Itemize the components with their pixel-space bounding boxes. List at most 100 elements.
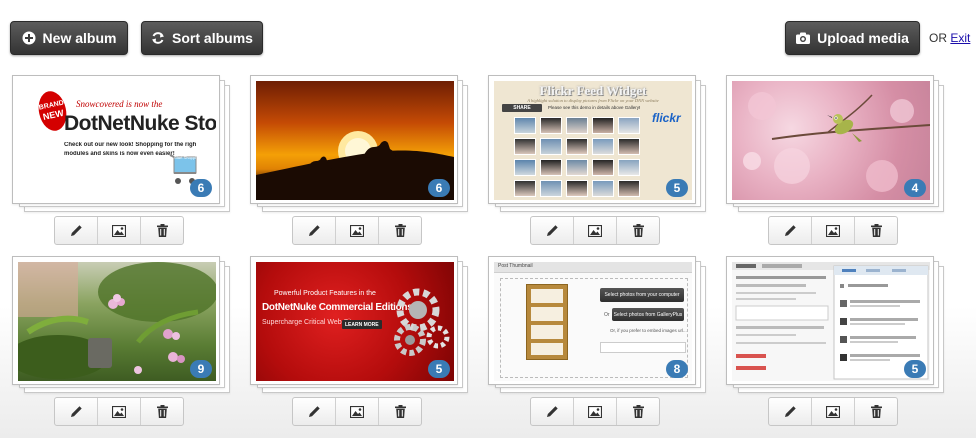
album-cover[interactable]: Flickr Feed Widget A highlight solution … <box>488 75 696 204</box>
delete-album-button[interactable] <box>617 217 659 244</box>
pencil-icon <box>70 225 82 236</box>
new-album-label: New album <box>42 30 117 46</box>
delete-album-button[interactable] <box>855 217 897 244</box>
post-preview <box>526 284 568 360</box>
exit-link[interactable]: Exit <box>950 31 970 45</box>
new-album-button[interactable]: New album <box>10 21 128 55</box>
image-icon <box>112 224 126 237</box>
edit-album-button[interactable] <box>531 398 574 425</box>
album-thumbnail: Flickr Feed Widget A highlight solution … <box>494 81 692 200</box>
delete-album-button[interactable] <box>855 398 897 425</box>
manage-media-button[interactable] <box>574 217 617 244</box>
select-from-galleryplus-button: Select photos from GalleryPlus <box>612 308 684 321</box>
or-label: OR <box>929 31 947 45</box>
manage-media-button[interactable] <box>336 398 379 425</box>
pencil-icon <box>546 406 558 417</box>
learn-more-button: LEARN MORE <box>342 320 382 329</box>
pencil-icon <box>784 225 796 236</box>
photo-grid <box>514 117 640 197</box>
pencil-icon <box>546 225 558 236</box>
album-cover[interactable]: BRAND NEW Snowcovered is now the DotNetN… <box>12 75 220 204</box>
photo-count-badge: 5 <box>904 360 926 378</box>
manage-media-button[interactable] <box>574 398 617 425</box>
album-actions <box>768 397 898 426</box>
image-icon <box>350 224 364 237</box>
delete-album-button[interactable] <box>141 398 183 425</box>
plus-circle-icon <box>22 31 36 45</box>
album-actions <box>530 216 660 245</box>
edit-album-button[interactable] <box>293 217 336 244</box>
edit-album-button[interactable] <box>769 398 812 425</box>
delete-album-button[interactable] <box>617 398 659 425</box>
trash-icon <box>632 405 644 418</box>
manage-media-button[interactable] <box>812 398 855 425</box>
trash-icon <box>870 224 882 237</box>
trash-icon <box>394 405 406 418</box>
album-card: 9 <box>12 256 242 436</box>
edit-album-button[interactable] <box>769 217 812 244</box>
album-card: 5 <box>726 256 956 436</box>
album-thumbnail: Powerful Product Features in the DotNetN… <box>256 262 454 381</box>
delete-album-button[interactable] <box>379 398 421 425</box>
album-card: Flickr Feed Widget A highlight solution … <box>488 75 718 255</box>
album-thumbnail: Post Thumbnail Select photos from your c… <box>494 262 692 381</box>
sort-albums-button[interactable]: Sort albums <box>141 21 263 55</box>
image-icon <box>826 224 840 237</box>
album-thumbnail <box>18 262 216 381</box>
edit-album-button[interactable] <box>293 398 336 425</box>
album-cover[interactable]: 5 <box>726 256 934 385</box>
manage-media-button[interactable] <box>98 217 141 244</box>
album-cover[interactable]: 4 <box>726 75 934 204</box>
album-cover[interactable]: Post Thumbnail Select photos from your c… <box>488 256 696 385</box>
album-card: Powerful Product Features in the DotNetN… <box>250 256 480 436</box>
album-card: 6 <box>250 75 480 255</box>
album-actions <box>768 216 898 245</box>
album-actions <box>530 397 660 426</box>
share-bar: SHARE <box>502 104 542 112</box>
album-card: 4 <box>726 75 956 255</box>
album-cover[interactable]: 9 <box>12 256 220 385</box>
edit-album-button[interactable] <box>55 398 98 425</box>
or-exit-text: OR Exit <box>929 31 970 45</box>
album-actions <box>292 216 422 245</box>
photo-count-badge: 4 <box>904 179 926 197</box>
album-thumbnail <box>732 262 930 381</box>
refresh-icon <box>152 32 165 44</box>
album-thumbnail: BRAND NEW Snowcovered is now the DotNetN… <box>18 81 216 200</box>
album-card: Post Thumbnail Select photos from your c… <box>488 256 718 436</box>
trash-icon <box>394 224 406 237</box>
image-icon <box>588 405 602 418</box>
photo-count-badge: 6 <box>428 179 450 197</box>
camera-icon <box>796 32 811 44</box>
album-actions <box>54 397 184 426</box>
edit-album-button[interactable] <box>531 217 574 244</box>
sort-albums-label: Sort albums <box>172 30 253 46</box>
album-actions <box>54 216 184 245</box>
delete-album-button[interactable] <box>141 217 183 244</box>
trash-icon <box>632 224 644 237</box>
album-cover[interactable]: 6 <box>250 75 458 204</box>
pencil-icon <box>70 406 82 417</box>
image-icon <box>588 224 602 237</box>
photo-count-badge: 9 <box>190 360 212 378</box>
album-card: BRAND NEW Snowcovered is now the DotNetN… <box>12 75 242 255</box>
album-cover[interactable]: Powerful Product Features in the DotNetN… <box>250 256 458 385</box>
photo-count-badge: 5 <box>428 360 450 378</box>
manage-media-button[interactable] <box>98 398 141 425</box>
image-icon <box>350 405 364 418</box>
delete-album-button[interactable] <box>379 217 421 244</box>
image-icon <box>826 405 840 418</box>
pencil-icon <box>308 406 320 417</box>
album-actions <box>292 397 422 426</box>
pencil-icon <box>784 406 796 417</box>
gears-graphic <box>388 282 452 362</box>
album-thumbnail <box>732 81 930 200</box>
album-thumbnail <box>256 81 454 200</box>
manage-media-button[interactable] <box>336 217 379 244</box>
edit-album-button[interactable] <box>55 217 98 244</box>
flickr-logo: flickr <box>652 111 681 125</box>
upload-media-button[interactable]: Upload media <box>785 21 920 55</box>
image-icon <box>112 405 126 418</box>
trash-icon <box>156 405 168 418</box>
manage-media-button[interactable] <box>812 217 855 244</box>
